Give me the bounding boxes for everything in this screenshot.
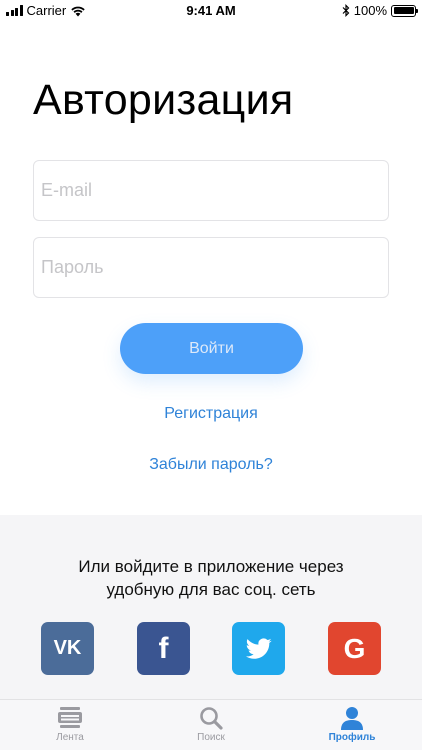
- facebook-icon: f: [158, 631, 169, 665]
- vk-icon: VK: [53, 637, 82, 659]
- battery-icon: [391, 4, 418, 17]
- battery-percent: 100%: [353, 3, 387, 18]
- twitter-icon: [245, 637, 272, 659]
- password-field[interactable]: [33, 237, 389, 298]
- google-icon: G: [343, 632, 366, 664]
- feed-icon: [58, 707, 82, 728]
- tab-search-label: Поиск: [197, 732, 225, 743]
- tab-search[interactable]: Поиск: [141, 700, 281, 750]
- forgot-password-link[interactable]: Забыли пароль?: [0, 456, 422, 474]
- social-caption: Или войдите в приложение через удобную д…: [0, 555, 422, 601]
- social-login-section: Или войдите в приложение через удобную д…: [0, 515, 422, 699]
- search-icon: [200, 707, 223, 730]
- login-button[interactable]: Войти: [120, 323, 303, 374]
- register-link[interactable]: Регистрация: [0, 405, 422, 423]
- status-bar: Carrier 9:41 AM 100%: [0, 0, 422, 22]
- tab-feed[interactable]: Лента: [0, 700, 140, 750]
- social-caption-line1: Или войдите в приложение через: [78, 557, 344, 576]
- bluetooth-icon: [342, 4, 350, 17]
- tab-profile[interactable]: Профиль: [282, 700, 422, 750]
- tab-bar: Лента Поиск Профиль: [0, 699, 422, 750]
- profile-icon: [341, 707, 363, 730]
- vk-login-button[interactable]: VK: [41, 622, 94, 675]
- tab-feed-label: Лента: [56, 732, 84, 743]
- facebook-login-button[interactable]: f: [137, 622, 190, 675]
- email-field[interactable]: [33, 160, 389, 221]
- twitter-login-button[interactable]: [232, 622, 285, 675]
- login-screen: Carrier 9:41 AM 100% Авторизация Войти Р…: [0, 0, 422, 750]
- page-title: Авторизация: [33, 76, 294, 124]
- social-caption-line2: удобную для вас соц. сеть: [106, 580, 316, 599]
- tab-profile-label: Профиль: [328, 732, 376, 743]
- status-right: 100%: [342, 3, 418, 18]
- google-login-button[interactable]: G: [328, 622, 381, 675]
